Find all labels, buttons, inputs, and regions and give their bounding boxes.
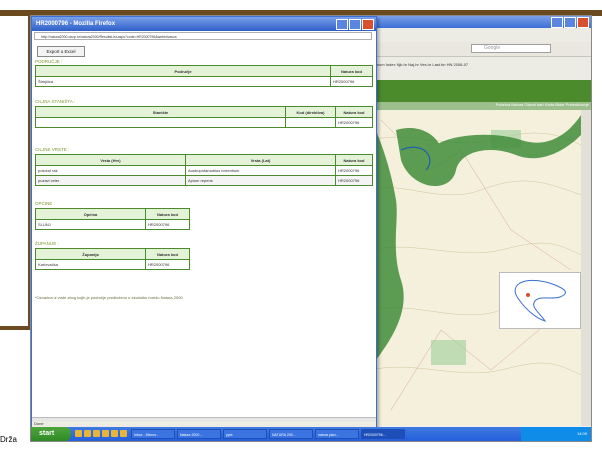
popup-window-buttons bbox=[336, 19, 374, 30]
section-label-stanista: CILJNA STANIŠTA : bbox=[35, 99, 76, 104]
quick-launch bbox=[75, 430, 127, 437]
croatia-overview-map bbox=[499, 272, 581, 329]
clock: 14:09 bbox=[576, 431, 587, 436]
table-cell: HR2000796 bbox=[145, 219, 190, 230]
table-row: SLUNJ HR2000796 bbox=[35, 219, 190, 230]
column-header: Natura kod bbox=[335, 106, 373, 118]
column-header: Županija bbox=[35, 248, 146, 260]
minimize-icon[interactable] bbox=[336, 19, 348, 30]
footnote: *Označna iz vrste zbog kojih je područje… bbox=[35, 295, 183, 300]
quick-launch-icon[interactable] bbox=[75, 430, 82, 437]
taskbar-button[interactable]: Natura 2000 ... bbox=[177, 429, 221, 439]
table-row: HR2000796 bbox=[35, 117, 373, 128]
slide-side-text: Drža bbox=[0, 435, 17, 444]
section-label-zupanije: ŽUPANIJE : bbox=[35, 241, 59, 246]
taskbar-button[interactable]: NATURA 200... bbox=[269, 429, 313, 439]
map-graphic bbox=[371, 110, 581, 426]
stanista-table: Stanište Kod (direktiva) Natura kod HR20… bbox=[35, 106, 373, 128]
background-browser-window: Google Forum Index Njk.hr Naj.hr Ves.hr … bbox=[371, 16, 591, 426]
search-input[interactable]: Google bbox=[471, 44, 551, 53]
taskbar-button[interactable]: pptx bbox=[223, 429, 267, 439]
table-cell: HR2000796 bbox=[335, 175, 373, 186]
windows-taskbar: start Inbox - Micros... Natura 2000 ... … bbox=[31, 427, 591, 441]
start-button[interactable]: start bbox=[31, 427, 71, 441]
table-cell: HR2000796 bbox=[335, 117, 373, 128]
topographic-map[interactable] bbox=[371, 110, 581, 426]
popup-title: HR2000796 - Mozilla Firefox bbox=[36, 21, 116, 27]
maximize-icon[interactable] bbox=[349, 19, 361, 30]
site-header-banner bbox=[371, 80, 591, 102]
taskbar-button[interactable]: Inbox - Micros... bbox=[131, 429, 175, 439]
quick-launch-icon[interactable] bbox=[93, 430, 100, 437]
table-cell: SLUNJ bbox=[35, 219, 146, 230]
maximize-icon[interactable] bbox=[564, 17, 576, 28]
column-header: Vrsta (Hrv) bbox=[35, 154, 186, 166]
table-cell bbox=[285, 117, 336, 128]
croatia-outline-graphic bbox=[514, 279, 566, 322]
site-menu[interactable]: Početna Natura Glavni kart Karta Biote P… bbox=[371, 102, 591, 110]
column-header: Natura kod bbox=[145, 208, 190, 220]
column-header: Vrsta (Lat) bbox=[185, 154, 336, 166]
table-cell: potočni rak bbox=[35, 165, 186, 176]
background-titlebar bbox=[371, 16, 591, 28]
background-navbar: Google bbox=[371, 42, 591, 57]
podrucje-table: Područje Natura kod Štmjčica HR2000796 bbox=[35, 65, 373, 87]
table-cell: Karlovačka bbox=[35, 259, 146, 270]
taskbar-button[interactable]: natura plan... bbox=[315, 429, 359, 439]
column-header: Natura kod bbox=[330, 65, 373, 77]
location-marker-icon bbox=[526, 293, 530, 297]
map-scrollbar[interactable] bbox=[581, 110, 591, 426]
table-cell: puzavi celer bbox=[35, 175, 186, 186]
quick-launch-icon[interactable] bbox=[111, 430, 118, 437]
section-label-podrucje: PODRUČJE : bbox=[35, 59, 63, 64]
slide-background: Google Forum Index Njk.hr Naj.hr Ves.hr … bbox=[0, 0, 602, 453]
bookmarks-bar[interactable]: Forum Index Njk.hr Naj.hr Ves.hr Last.fm… bbox=[371, 62, 591, 72]
popup-content: Export u Excel PODRUČJE : Područje Natur… bbox=[35, 43, 373, 417]
table-cell: HR2000796 bbox=[335, 165, 373, 176]
minimize-icon[interactable] bbox=[551, 17, 563, 28]
column-header: Kod (direktiva) bbox=[285, 106, 336, 118]
quick-launch-icon[interactable] bbox=[84, 430, 91, 437]
table-row: Karlovačka HR2000796 bbox=[35, 259, 190, 270]
export-excel-button[interactable]: Export u Excel bbox=[37, 46, 85, 57]
table-row: puzavi celer Apium repens HR2000796 bbox=[35, 175, 373, 186]
table-row: Štmjčica HR2000796 bbox=[35, 76, 373, 87]
table-cell: HR2000796 bbox=[145, 259, 190, 270]
vrste-table: Vrsta (Hrv) Vrsta (Lat) Natura kod potoč… bbox=[35, 154, 373, 186]
section-label-opcine: OPĆINE : bbox=[35, 201, 55, 206]
section-label-vrste: CILJNE VRSTE : bbox=[35, 147, 70, 152]
column-header: Područje bbox=[35, 65, 331, 77]
background-window-buttons bbox=[551, 17, 589, 28]
taskbar-button-active[interactable]: HR2000796... bbox=[361, 429, 405, 439]
table-cell bbox=[35, 117, 286, 128]
popup-browser-window: HR2000796 - Mozilla Firefox http://natur… bbox=[31, 16, 377, 428]
table-cell: Apium repens bbox=[185, 175, 336, 186]
screenshot-screen: Google Forum Index Njk.hr Naj.hr Ves.hr … bbox=[30, 15, 592, 442]
zupanije-table: Županija Natura kod Karlovačka HR2000796 bbox=[35, 248, 190, 270]
column-header: Stanište bbox=[35, 106, 286, 118]
table-cell: HR2000796 bbox=[330, 76, 373, 87]
column-header: Natura kod bbox=[335, 154, 373, 166]
table-cell: Štmjčica bbox=[35, 76, 331, 87]
system-tray: 14:09 bbox=[521, 427, 591, 441]
slide-left-stub bbox=[0, 326, 30, 330]
opcine-table: Općina Natura kod SLUNJ HR2000796 bbox=[35, 208, 190, 230]
column-header: Natura kod bbox=[145, 248, 190, 260]
address-bar[interactable]: http://natura2000.dzzp.hr/natura2000/Res… bbox=[34, 32, 372, 40]
quick-launch-icon[interactable] bbox=[120, 430, 127, 437]
quick-launch-icon[interactable] bbox=[102, 430, 109, 437]
close-icon[interactable] bbox=[362, 19, 374, 30]
table-row: potočni rak Austropotamobius torrentium … bbox=[35, 165, 373, 176]
close-icon[interactable] bbox=[577, 17, 589, 28]
table-cell: Austropotamobius torrentium bbox=[185, 165, 336, 176]
column-header: Općina bbox=[35, 208, 146, 220]
popup-titlebar[interactable]: HR2000796 - Mozilla Firefox bbox=[32, 17, 376, 31]
